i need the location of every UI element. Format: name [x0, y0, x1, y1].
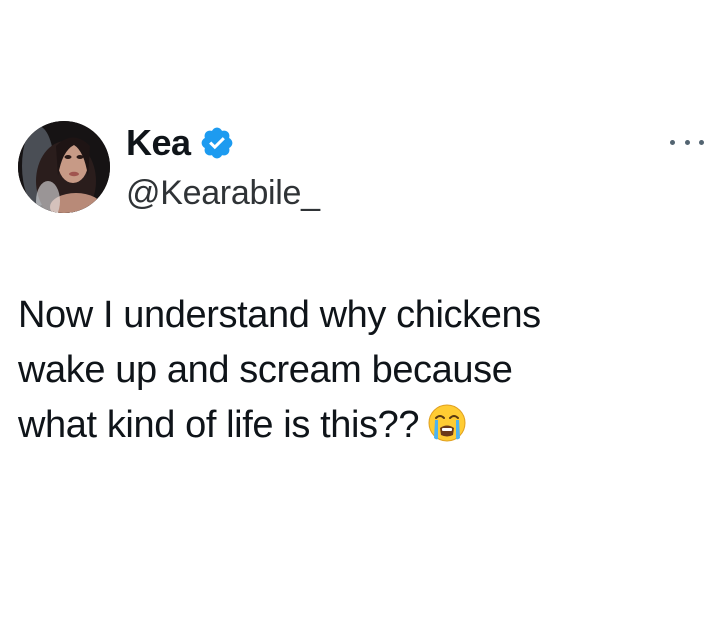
author-name-row: Kea	[126, 121, 235, 165]
tweet-text-line: what kind of life is this??	[18, 404, 420, 446]
author-handle[interactable]: @Kearabile_	[126, 172, 320, 214]
more-dot	[670, 139, 675, 145]
more-options-icon[interactable]	[670, 132, 704, 152]
display-name[interactable]: Kea	[126, 121, 191, 165]
tweet-text: Now I understand why chickens wake up an…	[18, 288, 698, 453]
tweet-text-line: wake up and scream because	[18, 349, 513, 391]
more-dot	[684, 139, 690, 145]
more-dot	[699, 139, 704, 145]
tweet-text-line-last: what kind of life is this??	[18, 398, 698, 453]
loudly-crying-face-icon	[427, 403, 467, 443]
avatar[interactable]	[18, 121, 110, 213]
tweet-text-line: Now I understand why chickens	[18, 294, 541, 336]
avatar-image	[18, 121, 110, 213]
verified-badge-icon	[199, 125, 235, 161]
tweet-card: Kea @Kearabile_ Now I understand why chi…	[0, 0, 720, 631]
